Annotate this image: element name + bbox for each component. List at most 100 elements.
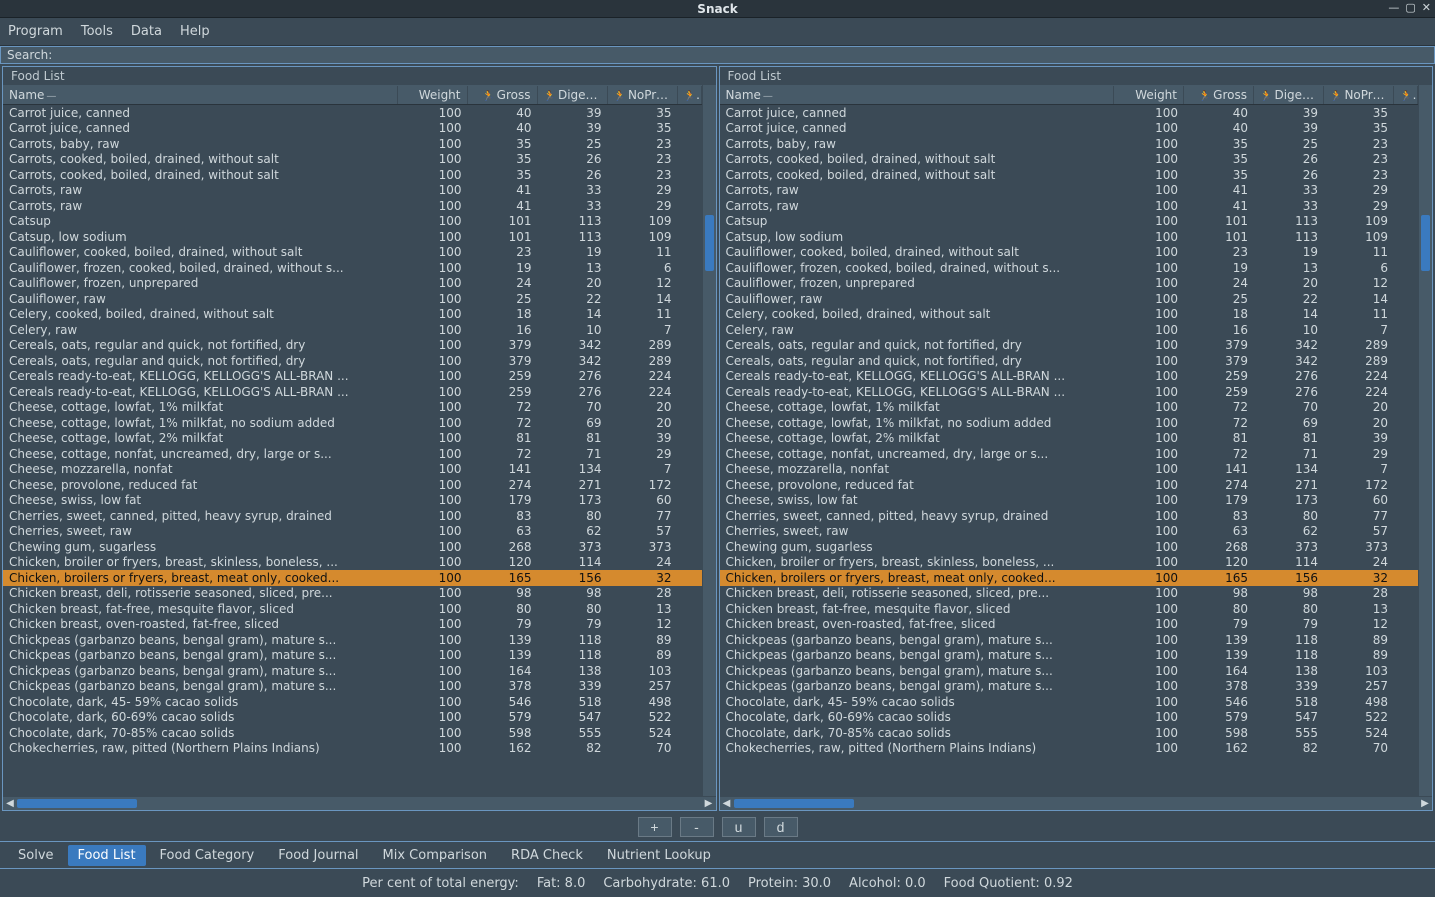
move-down-button[interactable]: d (764, 817, 798, 837)
table-row[interactable]: Cherries, sweet, raw100636257 (3, 524, 702, 540)
table-row[interactable]: Cereals, oats, regular and quick, not fo… (3, 353, 702, 369)
col-weight[interactable]: Weight (398, 86, 468, 104)
table-row[interactable]: Cereals ready-to-eat, KELLOGG, KELLOGG'S… (720, 384, 1419, 400)
table-row[interactable]: Chocolate, dark, 70-85% cacao solids1005… (3, 725, 702, 741)
table-row[interactable]: Chewing gum, sugarless100268373373 (720, 539, 1419, 555)
col-gross[interactable]: Gross (468, 86, 538, 104)
table-row[interactable]: Cherries, sweet, canned, pitted, heavy s… (3, 508, 702, 524)
table-row[interactable]: Cheese, mozzarella, nonfat1001411347 (720, 462, 1419, 478)
table-row[interactable]: Chicken, broiler or fryers, breast, skin… (3, 555, 702, 571)
table-row[interactable]: Carrots, raw100413329 (720, 183, 1419, 199)
table-row[interactable]: Catsup, low sodium100101113109 (3, 229, 702, 245)
remove-button[interactable]: - (680, 817, 714, 837)
col-digest[interactable]: Digesti... (538, 86, 608, 104)
table-row[interactable]: Chocolate, dark, 45- 59% cacao solids100… (720, 694, 1419, 710)
table-row[interactable]: Chicken breast, deli, rotisserie seasone… (720, 586, 1419, 602)
table-row[interactable]: Carrot juice, canned100403935 (720, 105, 1419, 121)
table-row[interactable]: Chicken breast, deli, rotisserie seasone… (3, 586, 702, 602)
table-row[interactable]: Celery, raw10016107 (3, 322, 702, 338)
table-row[interactable]: Carrots, raw100413329 (3, 198, 702, 214)
table-row[interactable]: Chickpeas (garbanzo beans, bengal gram),… (3, 632, 702, 648)
table-row[interactable]: Cauliflower, raw100252214 (3, 291, 702, 307)
table-row[interactable]: Cheese, cottage, nonfat, uncreamed, dry,… (3, 446, 702, 462)
tab-food-category[interactable]: Food Category (150, 845, 265, 866)
table-row[interactable]: Cauliflower, cooked, boiled, drained, wi… (3, 245, 702, 261)
table-row[interactable]: Carrots, cooked, boiled, drained, withou… (720, 167, 1419, 183)
table-row[interactable]: Catsup, low sodium100101113109 (720, 229, 1419, 245)
table-row[interactable]: Cauliflower, frozen, cooked, boiled, dra… (720, 260, 1419, 276)
table-row[interactable]: Carrots, raw100413329 (720, 198, 1419, 214)
minimize-icon[interactable]: — (1388, 1, 1399, 14)
table-row[interactable]: Chocolate, dark, 60-69% cacao solids1005… (720, 710, 1419, 726)
col-weight[interactable]: Weight (1114, 86, 1184, 104)
col-name[interactable]: Name— (720, 86, 1115, 104)
table-row[interactable]: Chickpeas (garbanzo beans, bengal gram),… (3, 679, 702, 695)
table-row[interactable]: Chocolate, dark, 45- 59% cacao solids100… (3, 694, 702, 710)
table-row[interactable]: Cereals, oats, regular and quick, not fo… (3, 338, 702, 354)
scroll-right-icon[interactable]: ▶ (702, 798, 716, 809)
table-row[interactable]: Cereals, oats, regular and quick, not fo… (720, 353, 1419, 369)
table-row[interactable]: Carrots, raw100413329 (3, 183, 702, 199)
table-row[interactable]: Carrots, baby, raw100352523 (720, 136, 1419, 152)
horizontal-scrollbar-right[interactable]: ◀ ▶ (720, 796, 1433, 810)
table-row[interactable]: Chicken, broiler or fryers, breast, skin… (720, 555, 1419, 571)
table-row[interactable]: Carrot juice, canned100403935 (720, 121, 1419, 137)
vertical-scrollbar-right[interactable] (1418, 85, 1432, 796)
table-row[interactable]: Carrots, cooked, boiled, drained, withou… (3, 167, 702, 183)
table-row[interactable]: Chokecherries, raw, pitted (Northern Pla… (3, 741, 702, 757)
table-row[interactable]: Cauliflower, frozen, unprepared100242012 (720, 276, 1419, 292)
table-row[interactable]: Cereals, oats, regular and quick, not fo… (720, 338, 1419, 354)
menu-tools[interactable]: Tools (81, 24, 113, 39)
table-row[interactable]: Chocolate, dark, 70-85% cacao solids1005… (720, 725, 1419, 741)
tab-food-journal[interactable]: Food Journal (268, 845, 368, 866)
table-row[interactable]: Cheese, provolone, reduced fat1002742711… (720, 477, 1419, 493)
table-row[interactable]: Cereals ready-to-eat, KELLOGG, KELLOGG'S… (3, 384, 702, 400)
table-row[interactable]: Cheese, cottage, lowfat, 1% milkfat10072… (720, 400, 1419, 416)
table-row[interactable]: Cherries, sweet, canned, pitted, heavy s… (720, 508, 1419, 524)
table-row[interactable]: Cheese, cottage, lowfat, 1% milkfat, no … (720, 415, 1419, 431)
table-row[interactable]: Chicken breast, fat-free, mesquite flavo… (3, 601, 702, 617)
table-row[interactable]: Cheese, cottage, nonfat, uncreamed, dry,… (720, 446, 1419, 462)
table-row[interactable]: Chicken, broilers or fryers, breast, mea… (3, 570, 702, 586)
table-row[interactable]: Cereals ready-to-eat, KELLOGG, KELLOGG'S… (3, 369, 702, 385)
vertical-scrollbar-left[interactable] (702, 85, 716, 796)
table-row[interactable]: Chickpeas (garbanzo beans, bengal gram),… (720, 679, 1419, 695)
scroll-left-icon[interactable]: ◀ (720, 798, 734, 809)
hscroll-thumb[interactable] (734, 799, 854, 808)
table-row[interactable]: Cauliflower, cooked, boiled, drained, wi… (720, 245, 1419, 261)
table-row[interactable]: Cheese, cottage, lowfat, 1% milkfat10072… (3, 400, 702, 416)
tab-rda-check[interactable]: RDA Check (501, 845, 593, 866)
table-left[interactable]: Name— Weight Gross Digesti... NoProt... … (3, 85, 702, 796)
table-right[interactable]: Name— Weight Gross Digesti... NoProt... … (720, 85, 1419, 796)
table-row[interactable]: Chickpeas (garbanzo beans, bengal gram),… (3, 663, 702, 679)
table-row[interactable]: Chocolate, dark, 60-69% cacao solids1005… (3, 710, 702, 726)
table-row[interactable]: Cereals ready-to-eat, KELLOGG, KELLOGG'S… (720, 369, 1419, 385)
table-row[interactable]: Carrots, baby, raw100352523 (3, 136, 702, 152)
table-row[interactable]: Chicken breast, oven-roasted, fat-free, … (720, 617, 1419, 633)
table-row[interactable]: Cheese, swiss, low fat10017917360 (3, 493, 702, 509)
tab-solve[interactable]: Solve (8, 845, 64, 866)
table-row[interactable]: Celery, cooked, boiled, drained, without… (3, 307, 702, 323)
col-noprot[interactable]: NoProt... (608, 86, 678, 104)
table-row[interactable]: Carrots, cooked, boiled, drained, withou… (720, 152, 1419, 168)
table-row[interactable]: Cauliflower, raw100252214 (720, 291, 1419, 307)
table-row[interactable]: Cherries, sweet, raw100636257 (720, 524, 1419, 540)
tab-food-list[interactable]: Food List (68, 845, 146, 866)
table-row[interactable]: Cauliflower, frozen, cooked, boiled, dra… (3, 260, 702, 276)
table-row[interactable]: Cheese, mozzarella, nonfat1001411347 (3, 462, 702, 478)
horizontal-scrollbar-left[interactable]: ◀ ▶ (3, 796, 716, 810)
close-icon[interactable]: ✕ (1422, 1, 1431, 14)
col-gross[interactable]: Gross (1184, 86, 1254, 104)
table-row[interactable]: Cheese, swiss, low fat10017917360 (720, 493, 1419, 509)
maximize-icon[interactable]: ▢ (1405, 1, 1415, 14)
col-extra[interactable] (1394, 86, 1418, 104)
table-row[interactable]: Cauliflower, frozen, unprepared100242012 (3, 276, 702, 292)
table-row[interactable]: Chickpeas (garbanzo beans, bengal gram),… (3, 648, 702, 664)
table-row[interactable]: Cheese, cottage, lowfat, 2% milkfat10081… (720, 431, 1419, 447)
table-row[interactable]: Chicken, broilers or fryers, breast, mea… (720, 570, 1419, 586)
table-row[interactable]: Catsup100101113109 (3, 214, 702, 230)
table-row[interactable]: Cheese, cottage, lowfat, 1% milkfat, no … (3, 415, 702, 431)
col-digest[interactable]: Digesti... (1254, 86, 1324, 104)
table-row[interactable]: Carrot juice, canned100403935 (3, 121, 702, 137)
table-row[interactable]: Chewing gum, sugarless100268373373 (3, 539, 702, 555)
